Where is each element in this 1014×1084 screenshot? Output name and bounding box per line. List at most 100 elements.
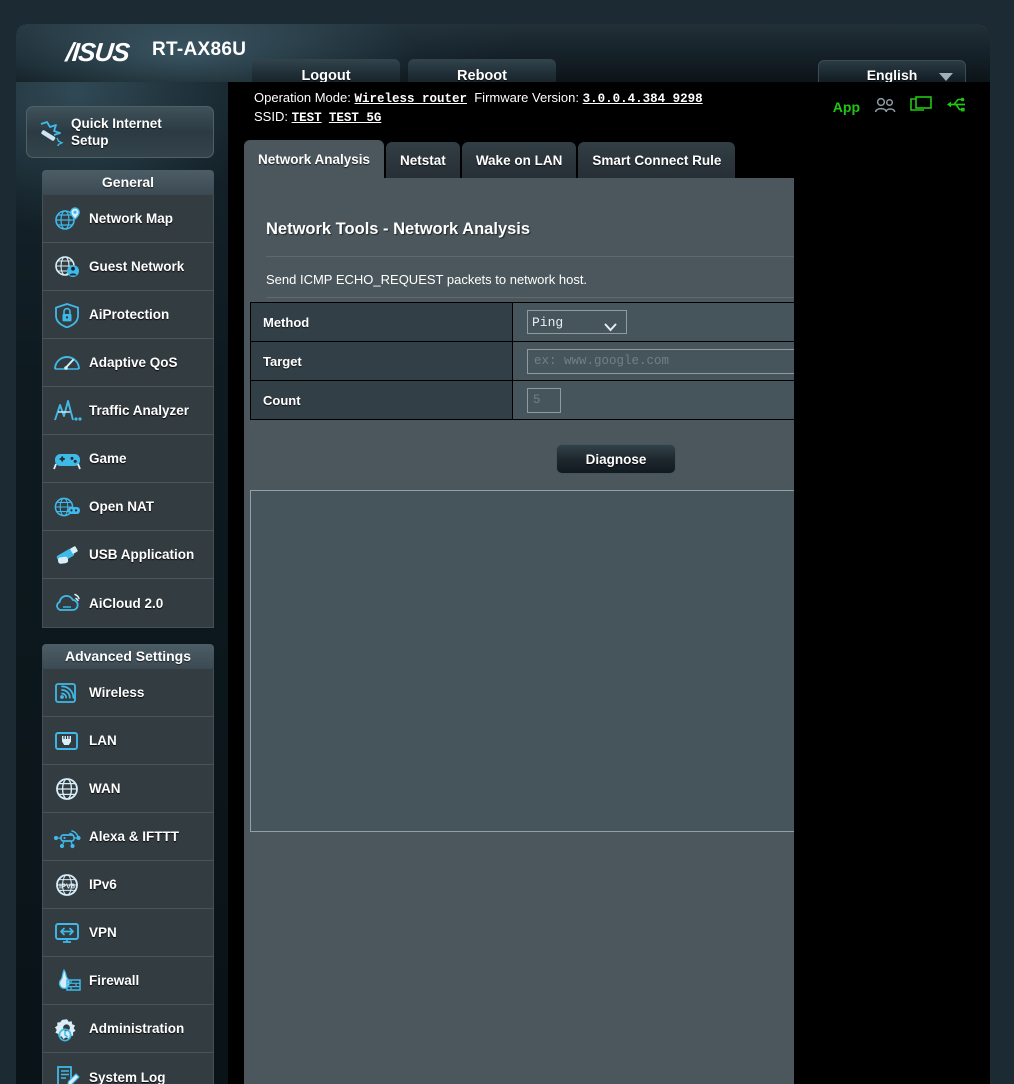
speedometer-icon bbox=[47, 350, 89, 376]
globe-icon bbox=[47, 776, 89, 802]
sidebar-item-label: Open NAT bbox=[89, 499, 154, 514]
sidebar-section-advanced: Advanced Settings bbox=[42, 644, 214, 669]
sidebar-item-usb-application[interactable]: USB Application bbox=[43, 531, 213, 579]
caret-down-icon bbox=[886, 355, 898, 363]
sidebar-item-lan[interactable]: LAN bbox=[43, 717, 213, 765]
sidebar-item-label: Wireless bbox=[89, 685, 144, 700]
info-icon-group: App bbox=[833, 96, 968, 118]
sidebar-item-label: AiCloud 2.0 bbox=[89, 596, 163, 611]
usb-icon[interactable] bbox=[946, 96, 968, 118]
guest-network-icon bbox=[47, 254, 89, 280]
vpn-monitor-icon bbox=[47, 920, 89, 946]
form-row-target: Target bbox=[251, 342, 991, 381]
top-banner: /ISUS RT-AX86U Logout Reboot English bbox=[16, 24, 990, 82]
sidebar-item-label: AiProtection bbox=[89, 307, 169, 322]
sidebar-item-game[interactable]: Game bbox=[43, 435, 213, 483]
sidebar-general-list: Network Map Guest Network AiProtection Adap… bbox=[42, 195, 214, 628]
sidebar-item-guest-network[interactable]: Guest Network bbox=[43, 243, 213, 291]
sidebar-item-traffic-analyzer[interactable]: Traffic Analyzer bbox=[43, 387, 213, 435]
sidebar-item-network-map[interactable]: Network Map bbox=[43, 195, 213, 243]
tab-smart-connect-rule[interactable]: Smart Connect Rule bbox=[578, 142, 735, 178]
sidebar-item-label: Administration bbox=[89, 1021, 184, 1036]
description-divider bbox=[266, 297, 984, 298]
ssid-5g-value[interactable]: TEST_5G bbox=[329, 111, 382, 125]
sidebar-item-aicloud-2-0[interactable]: AiCloud 2.0 bbox=[43, 579, 213, 627]
target-input[interactable] bbox=[527, 349, 879, 374]
operation-mode-line: Operation Mode: Wireless router Firmware… bbox=[254, 90, 703, 106]
operation-mode-label: Operation Mode: bbox=[254, 90, 351, 105]
method-select[interactable]: PingTracerouteNslookup bbox=[527, 310, 627, 334]
chevron-down-icon bbox=[939, 73, 953, 81]
lan-port-icon bbox=[47, 728, 89, 754]
sidebar: Quick Internet Setup General Network Map… bbox=[16, 82, 228, 1084]
quick-internet-setup-label: Quick Internet Setup bbox=[71, 115, 203, 149]
form-row-count: Count bbox=[251, 381, 991, 420]
tab-bar: Network AnalysisNetstatWake on LANSmart … bbox=[244, 140, 737, 178]
tab-network-analysis[interactable]: Network Analysis bbox=[244, 140, 384, 178]
sidebar-item-label: Game bbox=[89, 451, 127, 466]
firmware-label: Firmware Version: bbox=[474, 90, 579, 105]
sidebar-item-label: WAN bbox=[89, 781, 121, 796]
screen-monitor-icon[interactable] bbox=[910, 96, 932, 118]
sidebar-item-vpn[interactable]: VPN bbox=[43, 909, 213, 957]
tab-netstat[interactable]: Netstat bbox=[386, 142, 460, 178]
sidebar-item-label: VPN bbox=[89, 925, 117, 940]
cloud-icon bbox=[47, 590, 89, 616]
sidebar-item-alexa-ifttt[interactable]: Alexa & IFTTT bbox=[43, 813, 213, 861]
page-description: Send ICMP ECHO_REQUEST packets to networ… bbox=[266, 272, 587, 287]
sidebar-item-label: Traffic Analyzer bbox=[89, 403, 189, 418]
gamepad-icon bbox=[47, 446, 89, 472]
method-select-wrapper: PingTracerouteNslookup bbox=[527, 310, 627, 334]
wizard-wand-icon bbox=[37, 120, 65, 151]
sidebar-item-adaptive-qos[interactable]: Adaptive QoS bbox=[43, 339, 213, 387]
clients-users-icon[interactable] bbox=[874, 97, 896, 118]
sidebar-item-label: Guest Network bbox=[89, 259, 184, 274]
diagnose-button[interactable]: Diagnose bbox=[556, 444, 676, 474]
app-link[interactable]: App bbox=[833, 99, 860, 115]
count-input[interactable] bbox=[527, 388, 561, 413]
sidebar-item-firewall[interactable]: Firewall bbox=[43, 957, 213, 1005]
sidebar-item-label: IPv6 bbox=[89, 877, 117, 892]
firmware-version-value[interactable]: 3.0.0.4.384_9298 bbox=[583, 92, 703, 106]
sidebar-item-label: Alexa & IFTTT bbox=[89, 829, 179, 844]
diagnostics-output-textarea[interactable] bbox=[250, 490, 990, 832]
shield-lock-icon bbox=[47, 302, 89, 328]
sidebar-item-label: System Log bbox=[89, 1070, 166, 1084]
sidebar-item-system-log[interactable]: System Log bbox=[43, 1053, 213, 1084]
ssid-line: SSID: TEST TEST_5G bbox=[254, 109, 381, 125]
ssid-label: SSID: bbox=[254, 109, 288, 124]
operation-mode-value[interactable]: Wireless router bbox=[354, 92, 467, 106]
tab-wake-on-lan[interactable]: Wake on LAN bbox=[462, 142, 577, 178]
router-model-name: RT-AX86U bbox=[152, 39, 246, 61]
sidebar-item-aiprotection[interactable]: AiProtection bbox=[43, 291, 213, 339]
sidebar-item-open-nat[interactable]: Open NAT bbox=[43, 483, 213, 531]
firewall-flame-icon bbox=[47, 968, 89, 994]
target-input-wrapper bbox=[527, 349, 879, 374]
method-label: Method bbox=[251, 303, 513, 342]
traffic-chart-icon bbox=[47, 398, 89, 424]
sidebar-item-label: LAN bbox=[89, 733, 117, 748]
form-row-method: Method PingTracerouteNslookup bbox=[251, 303, 991, 342]
sidebar-item-administration[interactable]: Administration bbox=[43, 1005, 213, 1053]
open-nat-icon bbox=[47, 494, 89, 520]
quick-internet-setup-button[interactable]: Quick Internet Setup bbox=[26, 106, 214, 158]
router-admin-window: /ISUS RT-AX86U Logout Reboot English Ope… bbox=[16, 24, 990, 1084]
sidebar-section-general: General bbox=[42, 170, 214, 195]
ssid-2g-value[interactable]: TEST bbox=[292, 111, 322, 125]
asus-logo: /ISUS bbox=[64, 37, 130, 68]
ipv6-globe-icon: IPV6 bbox=[47, 872, 89, 898]
status-info-bar: Operation Mode: Wireless router Firmware… bbox=[228, 82, 990, 140]
alexa-ifttt-icon bbox=[47, 824, 89, 850]
usb-drive-icon bbox=[47, 542, 89, 568]
target-label: Target bbox=[251, 342, 513, 381]
target-history-dropdown-button[interactable] bbox=[881, 346, 903, 371]
sidebar-item-wireless[interactable]: Wireless bbox=[43, 669, 213, 717]
heading-divider bbox=[266, 256, 984, 257]
network-analysis-form: Method PingTracerouteNslookup bbox=[250, 302, 990, 420]
sidebar-item-ipv6[interactable]: IPV6IPv6 bbox=[43, 861, 213, 909]
system-log-icon bbox=[47, 1064, 89, 1084]
sidebar-item-label: Adaptive QoS bbox=[89, 355, 178, 370]
sidebar-item-label: Network Map bbox=[89, 211, 173, 226]
sidebar-item-wan[interactable]: WAN bbox=[43, 765, 213, 813]
sidebar-advanced-list: Wireless LAN WAN Alexa & IFTTT IPV6IPv6 VPN Fi… bbox=[42, 669, 214, 1084]
